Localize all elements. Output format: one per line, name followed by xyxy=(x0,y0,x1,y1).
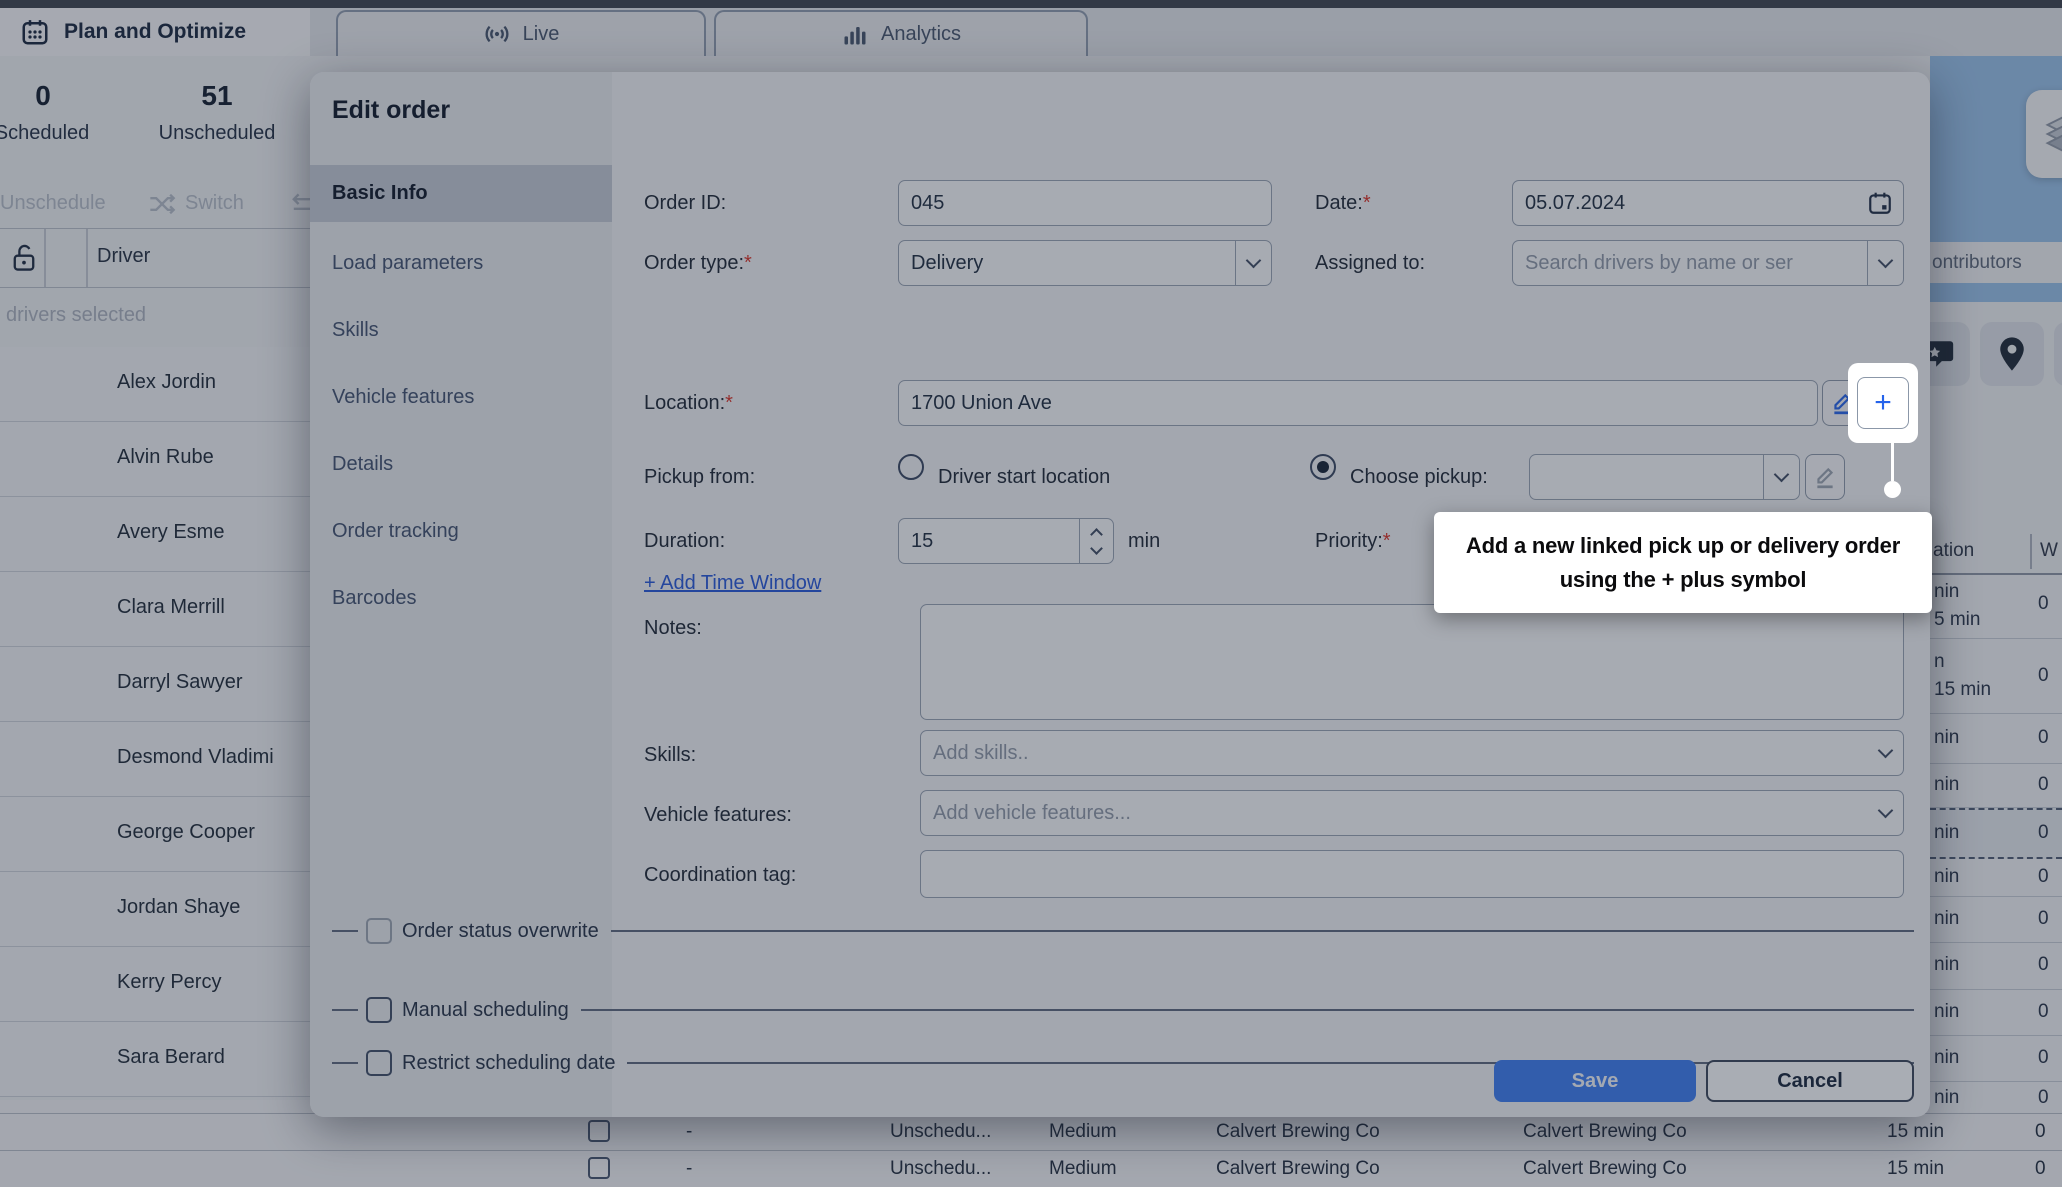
tooltip-text-line1: Add a new linked pick up or delivery ord… xyxy=(1466,529,1900,563)
tooltip-text-line2: using the + plus symbol xyxy=(1560,563,1807,597)
add-linked-order-button[interactable]: + xyxy=(1857,377,1909,429)
plus-icon: + xyxy=(1874,388,1892,418)
add-linked-order-spotlight: + xyxy=(1848,363,1918,443)
tour-tooltip: Add a new linked pick up or delivery ord… xyxy=(1434,512,1932,613)
tooltip-connector-line xyxy=(1891,443,1894,481)
tooltip-connector-dot xyxy=(1884,481,1901,498)
app-root: Plan and Optimize Live Analytics 0 Sched… xyxy=(0,0,2062,1187)
